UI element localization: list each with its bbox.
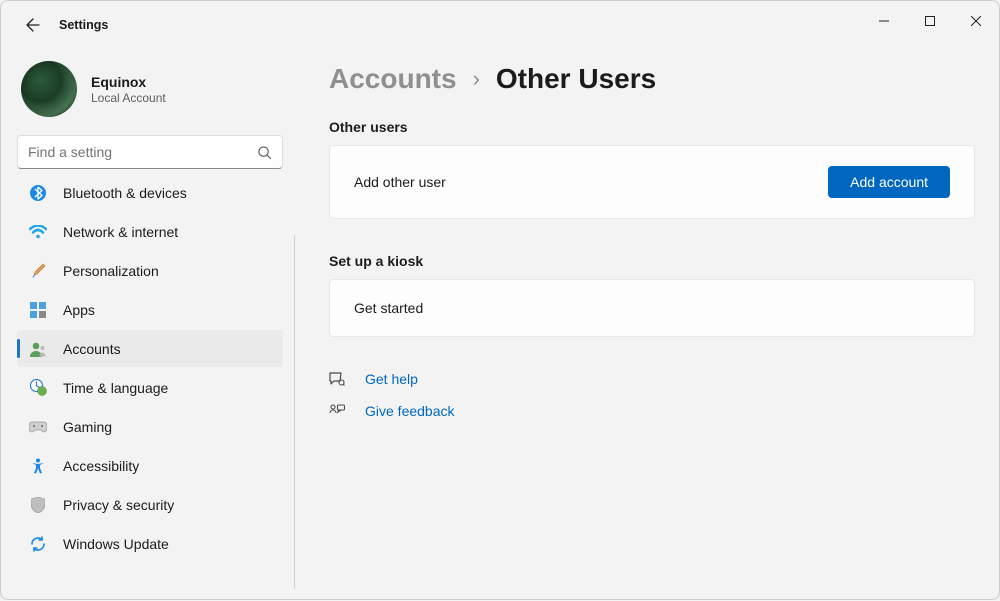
content-pane: Accounts › Other Users Other users Add o…: [299, 49, 999, 601]
person-icon: [29, 340, 47, 358]
card-kiosk[interactable]: Get started: [329, 279, 975, 337]
paintbrush-icon: [29, 262, 47, 280]
sidebar: Equinox Local Account System Bluetooth &…: [1, 49, 299, 601]
shield-icon: [29, 496, 47, 514]
sidebar-item-apps[interactable]: Apps: [17, 291, 283, 328]
footer-link-feedback[interactable]: Give feedback: [329, 395, 975, 427]
breadcrumb: Accounts › Other Users: [329, 63, 975, 95]
add-account-button[interactable]: Add account: [828, 166, 950, 198]
titlebar: Settings: [1, 1, 999, 49]
wifi-icon: [29, 223, 47, 241]
back-button[interactable]: [15, 7, 51, 43]
search-box[interactable]: [17, 135, 283, 169]
card-label: Get started: [354, 300, 423, 316]
search-input[interactable]: [28, 144, 257, 160]
section-heading-kiosk: Set up a kiosk: [329, 253, 975, 269]
footer-links: Get help Give feedback: [329, 363, 975, 427]
sidebar-item-label: Accessibility: [63, 458, 139, 474]
sidebar-item-gaming[interactable]: Gaming: [17, 408, 283, 445]
apps-icon: [29, 301, 47, 319]
sidebar-item-label: Personalization: [63, 263, 159, 279]
nav: System Bluetooth & devices Network & int…: [17, 175, 295, 601]
card-label: Add other user: [354, 174, 446, 190]
avatar: [21, 61, 77, 117]
sidebar-item-time-language[interactable]: Time & language: [17, 369, 283, 406]
feedback-icon: [329, 404, 345, 418]
profile-name: Equinox: [91, 74, 166, 90]
help-link[interactable]: Get help: [365, 371, 418, 387]
chevron-right-icon: ›: [473, 66, 480, 92]
gamepad-icon: [29, 418, 47, 436]
sidebar-item-label: Privacy & security: [63, 497, 174, 513]
maximize-icon: [925, 16, 935, 26]
sidebar-item-network[interactable]: Network & internet: [17, 213, 283, 250]
close-icon: [971, 16, 981, 26]
accessibility-icon: [29, 457, 47, 475]
back-arrow-icon: [25, 17, 41, 33]
page-title: Other Users: [496, 63, 656, 95]
minimize-icon: [879, 16, 889, 26]
sidebar-item-windows-update[interactable]: Windows Update: [17, 525, 283, 562]
sidebar-item-accessibility[interactable]: Accessibility: [17, 447, 283, 484]
sidebar-item-label: Network & internet: [63, 224, 178, 240]
card-add-other-user: Add other user Add account: [329, 145, 975, 219]
app-title: Settings: [59, 18, 108, 32]
search-icon: [257, 145, 272, 160]
profile-block[interactable]: Equinox Local Account: [17, 57, 295, 135]
footer-link-help[interactable]: Get help: [329, 363, 975, 395]
bluetooth-icon: [29, 184, 47, 202]
clock-globe-icon: [29, 379, 47, 397]
sidebar-item-label: Apps: [63, 302, 95, 318]
window-controls: [861, 1, 999, 41]
sidebar-item-accounts[interactable]: Accounts: [17, 330, 283, 367]
section-heading-other-users: Other users: [329, 119, 975, 135]
sidebar-item-privacy[interactable]: Privacy & security: [17, 486, 283, 523]
sidebar-item-label: Accounts: [63, 341, 121, 357]
breadcrumb-parent[interactable]: Accounts: [329, 63, 457, 95]
update-icon: [29, 535, 47, 553]
feedback-link[interactable]: Give feedback: [365, 403, 455, 419]
help-icon: [329, 372, 345, 386]
sidebar-item-label: Windows Update: [63, 536, 169, 552]
sidebar-item-label: Bluetooth & devices: [63, 185, 187, 201]
maximize-button[interactable]: [907, 1, 953, 41]
sidebar-item-label: Gaming: [63, 419, 112, 435]
sidebar-item-label: Time & language: [63, 380, 168, 396]
sidebar-item-personalization[interactable]: Personalization: [17, 252, 283, 289]
profile-subtitle: Local Account: [91, 91, 166, 105]
close-button[interactable]: [953, 1, 999, 41]
sidebar-item-bluetooth[interactable]: Bluetooth & devices: [17, 175, 283, 211]
minimize-button[interactable]: [861, 1, 907, 41]
